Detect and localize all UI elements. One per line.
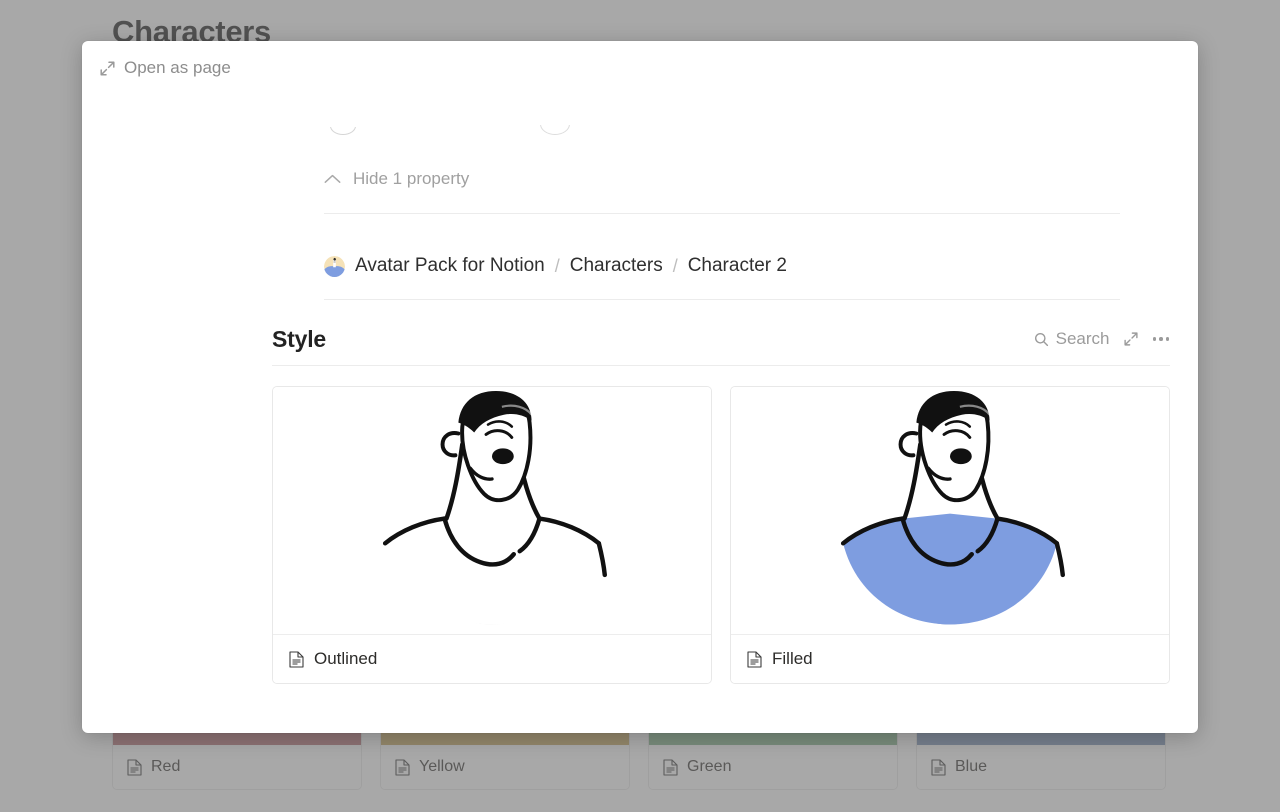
clipped-property-remnant [330, 127, 356, 137]
gallery-actions: Search [1034, 329, 1170, 349]
breadcrumb-item-characters[interactable]: Characters [570, 255, 663, 277]
breadcrumb-separator: / [672, 255, 678, 276]
ellipsis-icon [1159, 337, 1163, 341]
breadcrumb-item-workspace[interactable]: Avatar Pack for Notion [355, 255, 545, 277]
expand-gallery-button[interactable] [1123, 332, 1138, 346]
card-illustration-filled [731, 387, 1169, 635]
gallery-card-outlined[interactable]: Outlined [272, 386, 712, 684]
breadcrumb: Avatar Pack for Notion / Characters / Ch… [324, 255, 787, 277]
card-label-row: Filled [731, 635, 1169, 683]
screen: Characters Red [0, 0, 1280, 812]
hide-properties-toggle[interactable]: Hide 1 property [324, 169, 469, 189]
gallery-header: Style Search [272, 317, 1170, 361]
divider [324, 299, 1120, 300]
page-icon [289, 651, 304, 668]
modal-scroll-content: Hide 1 property Avatar Pack for Notion /… [82, 41, 1198, 733]
ellipsis-icon [1165, 337, 1169, 341]
search-icon [1034, 332, 1048, 346]
gallery-card-filled[interactable]: Filled [730, 386, 1170, 684]
card-illustration-outlined [273, 387, 711, 635]
avatar-icon [324, 255, 345, 277]
style-gallery: Outlined Filled [272, 386, 1172, 684]
ellipsis-icon [1152, 337, 1156, 341]
clipped-property-remnant [540, 125, 574, 137]
page-preview-modal: Open as page Hide 1 property Avatar Pack… [82, 41, 1198, 733]
page-icon [747, 651, 762, 668]
avatar-illustration [840, 390, 1066, 625]
divider [324, 213, 1120, 214]
breadcrumb-item-current[interactable]: Character 2 [688, 255, 787, 277]
expand-diagonal-icon [1123, 332, 1138, 346]
search-button[interactable]: Search [1034, 329, 1110, 349]
avatar-illustration [382, 390, 608, 625]
divider [272, 365, 1170, 366]
gallery-title: Style [272, 325, 326, 352]
more-options-button[interactable] [1152, 335, 1171, 343]
card-label: Outlined [314, 649, 378, 669]
search-label: Search [1055, 329, 1110, 348]
hide-properties-label: Hide 1 property [353, 169, 470, 188]
chevron-up-icon [324, 174, 341, 183]
breadcrumb-separator: / [554, 255, 560, 276]
card-label-row: Outlined [273, 635, 711, 683]
card-label: Filled [772, 649, 813, 669]
